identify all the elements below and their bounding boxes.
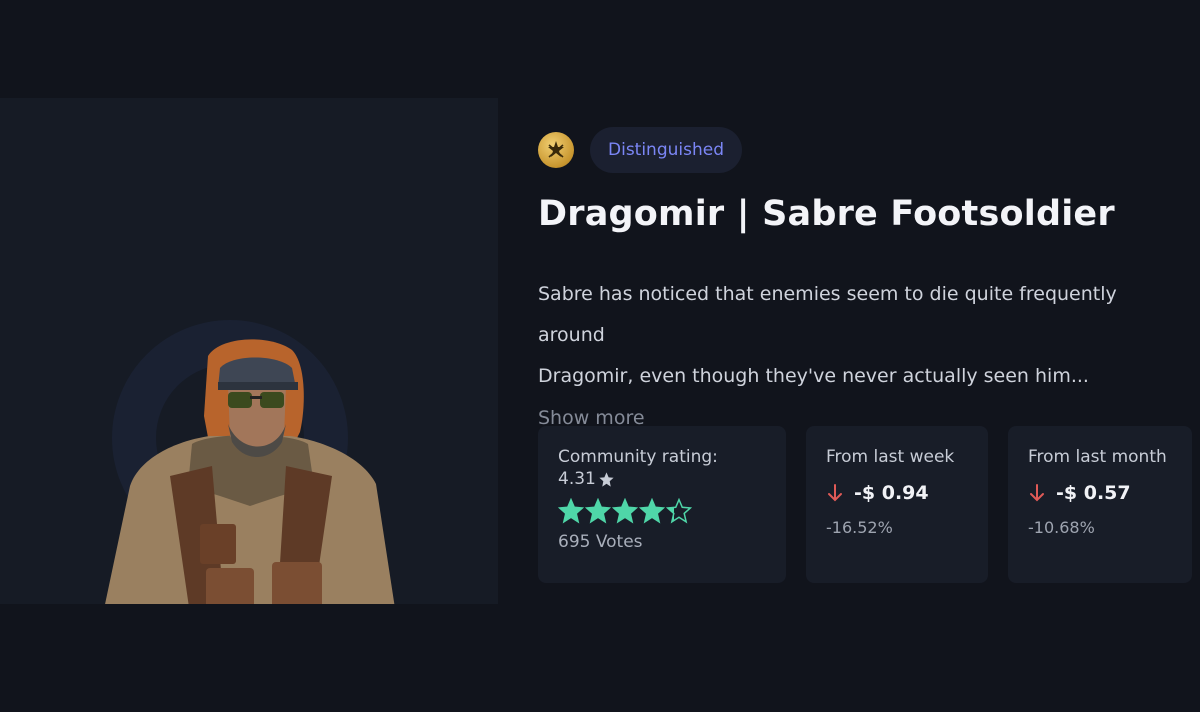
rating-star-icon[interactable] — [585, 498, 611, 524]
rating-star-icon[interactable] — [666, 498, 692, 524]
description-line: Sabre has noticed that enemies seem to d… — [538, 283, 1117, 346]
item-description: Sabre has noticed that enemies seem to d… — [538, 274, 1188, 397]
month-change-value: -$ 0.57 — [1056, 482, 1131, 504]
month-label: From last month — [1028, 447, 1167, 467]
monthly-change-card: From last month -$ 0.57 -10.68% — [1008, 426, 1192, 583]
rarity-badge[interactable]: Distinguished — [590, 127, 743, 173]
week-change-value: -$ 0.94 — [854, 482, 929, 504]
rating-label: Community rating: — [558, 447, 718, 467]
rating-star-icon[interactable] — [558, 498, 584, 524]
description-line: Dragomir, even though they've never actu… — [538, 365, 1089, 387]
rank-badge-icon — [538, 132, 574, 168]
agent-image — [105, 339, 395, 604]
arrow-down-icon — [828, 484, 842, 502]
rating-star-icon[interactable] — [639, 498, 665, 524]
week-change-row: -$ 0.94 — [826, 482, 968, 504]
star-rating[interactable] — [558, 498, 766, 524]
item-details: Distinguished Dragomir | Sabre Footsoldi… — [538, 126, 1198, 439]
week-label: From last week — [826, 447, 955, 467]
rating-value-row: 4.31 — [558, 468, 766, 490]
item-title: Dragomir | Sabre Footsoldier — [538, 194, 1115, 234]
votes-count: 695 Votes — [558, 532, 643, 552]
star-icon — [599, 471, 614, 487]
rating-value: 4.31 — [558, 469, 596, 489]
month-change-row: -$ 0.57 — [1028, 482, 1172, 504]
item-image-panel — [0, 98, 498, 604]
rarity-row: Distinguished — [538, 126, 1198, 174]
arrow-down-icon — [1030, 484, 1044, 502]
weekly-change-card: From last week -$ 0.94 -16.52% — [806, 426, 988, 583]
rating-star-icon[interactable] — [612, 498, 638, 524]
community-rating-card: Community rating: 4.31 695 Votes — [538, 426, 786, 583]
month-change-percent: -10.68% — [1028, 518, 1095, 537]
week-change-percent: -16.52% — [826, 518, 893, 537]
